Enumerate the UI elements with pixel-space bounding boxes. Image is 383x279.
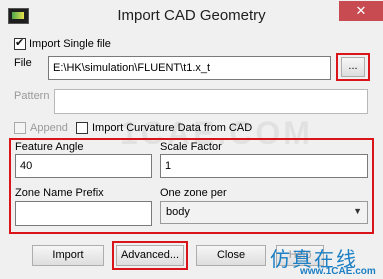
window-title: Import CAD Geometry	[117, 7, 266, 24]
curvature-checkbox[interactable]	[76, 122, 88, 134]
watermark-url: www.1CAE.com	[300, 266, 376, 277]
pattern-label: Pattern	[14, 90, 50, 102]
feature-angle-input[interactable]: 40	[15, 154, 152, 178]
chevron-down-icon: ▼	[353, 206, 362, 216]
feature-angle-label: Feature Angle	[15, 141, 84, 153]
append-label: Append	[30, 122, 68, 134]
scale-factor-label: Scale Factor	[160, 141, 222, 153]
zone-prefix-input[interactable]	[15, 201, 152, 226]
close-button[interactable]: Close	[196, 245, 266, 266]
import-single-checkbox[interactable]	[14, 36, 26, 50]
browse-button[interactable]: ...	[341, 57, 365, 77]
one-zone-per-select[interactable]: body ▼	[160, 201, 368, 224]
close-window-button[interactable]: ✕	[339, 1, 383, 21]
title-bar: Import CAD Geometry ✕	[0, 0, 383, 33]
pattern-input[interactable]	[54, 89, 368, 114]
one-zone-per-value: body	[166, 206, 190, 218]
import-button[interactable]: Import	[32, 245, 104, 266]
file-label: File	[14, 57, 32, 69]
zone-prefix-label: Zone Name Prefix	[15, 187, 104, 199]
append-checkbox[interactable]	[14, 122, 26, 134]
file-path-input[interactable]: E:\HK\simulation\FLUENT\t1.x_t	[48, 56, 331, 80]
scale-factor-input[interactable]: 1	[160, 154, 368, 178]
import-single-label: Import Single file	[29, 38, 111, 50]
import-cad-dialog: Import CAD Geometry ✕ Import Single file…	[0, 0, 383, 279]
advanced-button[interactable]: Advanced...	[116, 245, 184, 266]
one-zone-per-label: One zone per	[160, 187, 227, 199]
